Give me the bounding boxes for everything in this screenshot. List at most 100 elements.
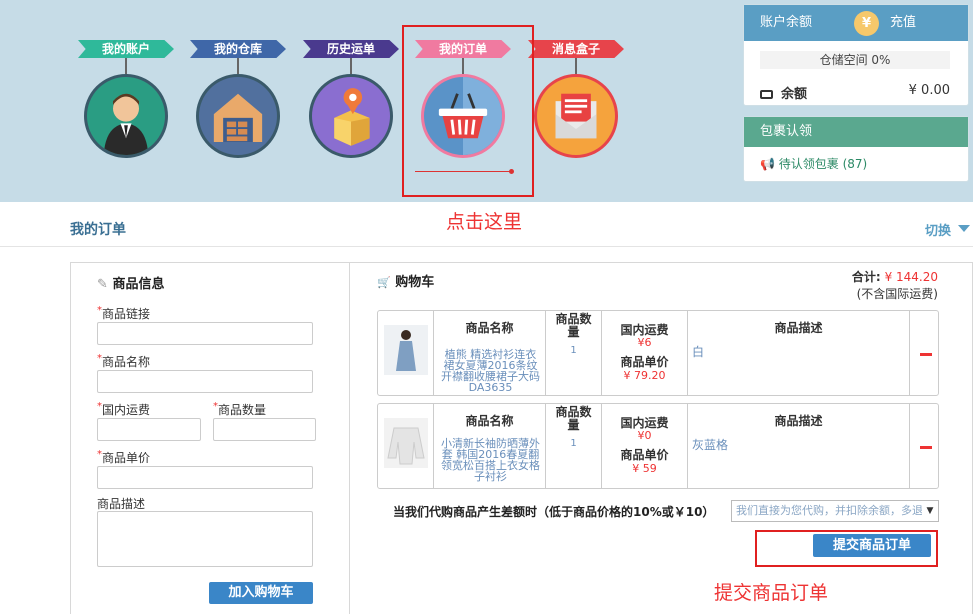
- unit-price-value: ¥ 79.20: [623, 369, 666, 382]
- qty-cell: 商品数量 1: [546, 311, 602, 395]
- panel-divider: [349, 262, 350, 614]
- annotation-submit-order: 提交商品订单: [714, 582, 829, 604]
- nav-stem: [350, 58, 352, 74]
- balance-label: 余额: [781, 87, 808, 102]
- difference-select-value: 我们直接为您代购，并扣除余额，多退少补: [736, 504, 939, 517]
- product-name-input[interactable]: [97, 370, 313, 393]
- remove-item-icon[interactable]: [920, 446, 932, 449]
- nav-stem: [237, 58, 239, 74]
- account-balance-card: 账户余额 ¥ 充值 仓储空间 0% 余额 ¥ 0.00: [743, 4, 969, 106]
- submit-order-button[interactable]: 提交商品订单: [813, 534, 931, 557]
- qty-header: 商品数量: [555, 312, 592, 339]
- qty-value: 1: [570, 438, 577, 449]
- quantity-label-text: 商品数量: [218, 403, 267, 417]
- total-note: (不含国际运费): [856, 287, 938, 301]
- nav-my-account-label: 我的账户: [78, 40, 174, 58]
- cart-icon: 🛒: [377, 276, 391, 289]
- domestic-fee-label-text: 国内运费: [102, 403, 151, 417]
- quantity-label: *商品数量: [213, 401, 266, 418]
- storage-progress: 仓储空间 0%: [760, 51, 950, 69]
- cash-icon: [760, 90, 773, 99]
- warehouse-icon: [196, 74, 280, 158]
- name-label: *商品名称: [97, 353, 150, 370]
- nav-history-waybill[interactable]: 历史运单: [303, 40, 399, 160]
- account-icon: [84, 74, 168, 158]
- select-arrow-icon: ▼: [922, 501, 938, 521]
- cart-title: 🛒 购物车: [377, 271, 434, 290]
- difference-label: 当我们代购商品产生差额时（低于商品价格的10%或￥10）: [393, 505, 715, 519]
- package-claim-card: 包裹认领 📢 待认领包裹 (87): [743, 116, 969, 182]
- fee-cell: 国内运费 ¥0 商品单价 ¥ 59: [602, 404, 688, 488]
- total-label: 合计:: [851, 270, 881, 284]
- product-thumbnail: [384, 418, 428, 468]
- pending-packages-text: 待认领包裹 (87): [778, 157, 868, 171]
- unit-price-input[interactable]: [97, 466, 313, 489]
- package-card-title: 包裹认领: [744, 117, 968, 147]
- unit-price-header: 商品单价: [620, 448, 669, 462]
- remove-cell: [910, 404, 938, 488]
- name-header: 商品名称: [465, 321, 514, 335]
- divider: [0, 246, 973, 247]
- desc-value: 白: [692, 345, 705, 359]
- product-link-input[interactable]: [97, 322, 313, 345]
- nav-message-box-label: 消息盒子: [528, 40, 624, 58]
- add-to-cart-button[interactable]: 加入购物车: [209, 582, 313, 604]
- difference-select[interactable]: 我们直接为您代购，并扣除余额，多退少补 ▼: [731, 500, 939, 522]
- cart-title-text: 购物车: [395, 275, 435, 290]
- megaphone-icon: 📢: [760, 157, 775, 171]
- nav-history-waybill-label: 历史运单: [303, 40, 399, 58]
- remove-item-icon[interactable]: [920, 353, 932, 356]
- product-name-link[interactable]: 小清新长袖防晒薄外套 韩国2016春夏翻领宽松百搭上衣女格子衬衫: [440, 438, 541, 482]
- price-label: *商品单价: [97, 449, 150, 466]
- chevron-down-icon[interactable]: [958, 225, 970, 232]
- link-label: *商品链接: [97, 305, 150, 322]
- name-header: 商品名称: [465, 414, 514, 428]
- orders-underline-dot: [509, 169, 514, 174]
- total-amount: ¥ 144.20: [884, 270, 938, 284]
- nav-my-account[interactable]: 我的账户: [78, 40, 174, 160]
- desc-value: 灰蓝格: [692, 438, 729, 452]
- product-name-cell: 商品名称 小清新长袖防晒薄外套 韩国2016春夏翻领宽松百搭上衣女格子衬衫: [434, 404, 546, 488]
- desc-header: 商品描述: [774, 321, 823, 335]
- product-thumbnail: [384, 325, 428, 375]
- remove-cell: [910, 311, 938, 395]
- nav-message-box[interactable]: 消息盒子: [528, 40, 624, 160]
- unit-price-header: 商品单价: [620, 355, 669, 369]
- desc-cell: 商品描述 灰蓝格: [688, 404, 910, 488]
- quantity-input[interactable]: [213, 418, 316, 441]
- product-image-cell: [378, 311, 434, 395]
- nav-stem: [575, 58, 577, 74]
- desc-label: 商品描述: [97, 497, 146, 511]
- nav-stem: [125, 58, 127, 74]
- switch-button[interactable]: 切换: [925, 220, 951, 239]
- pending-packages-link[interactable]: 📢 待认领包裹 (87): [760, 155, 867, 172]
- name-label-text: 商品名称: [102, 355, 151, 369]
- description-textarea[interactable]: [97, 511, 313, 567]
- product-image-cell: [378, 404, 434, 488]
- balance-value: ¥ 0.00: [908, 83, 950, 98]
- edit-icon: ✎: [97, 277, 108, 292]
- qty-value: 1: [570, 345, 577, 356]
- account-card-header: 账户余额 ¥ 充值: [744, 5, 968, 41]
- desc-header: 商品描述: [774, 414, 823, 428]
- storage-text: 仓储空间 0%: [819, 53, 891, 67]
- cart-total: 合计: ¥ 144.20 (不含国际运费): [852, 268, 938, 302]
- cart-item: 商品名称 植熊 精选衬衫连衣裙女夏薄2016条纹开襟翻收腰裙子大码 DA3635…: [377, 310, 939, 396]
- annotation-click-here: 点击这里: [446, 211, 523, 233]
- product-name-link[interactable]: 植熊 精选衬衫连衣裙女夏薄2016条纹开襟翻收腰裙子大码 DA3635: [440, 349, 541, 393]
- price-label-text: 商品单价: [102, 451, 151, 465]
- domestic-fee-value: ¥6: [637, 336, 652, 349]
- nav-my-warehouse[interactable]: 我的仓库: [190, 40, 286, 160]
- product-info-title: ✎ 商品信息: [97, 273, 164, 292]
- package-location-icon: [309, 74, 393, 158]
- domestic-fee-label: *国内运费: [97, 401, 150, 418]
- orders-underline: [415, 171, 512, 172]
- envelope-icon: [534, 74, 618, 158]
- header-banner: 我的账户 我的仓库 历史运单 我的订单 消息盒子 账户余额 ¥ 充值 仓储空间 …: [0, 0, 973, 202]
- qty-cell: 商品数量 1: [546, 404, 602, 488]
- recharge-link[interactable]: 充值: [890, 5, 916, 41]
- desc-cell: 商品描述 白: [688, 311, 910, 395]
- link-label-text: 商品链接: [102, 307, 151, 321]
- domestic-fee-input[interactable]: [97, 418, 201, 441]
- unit-price-value: ¥ 59: [632, 462, 657, 475]
